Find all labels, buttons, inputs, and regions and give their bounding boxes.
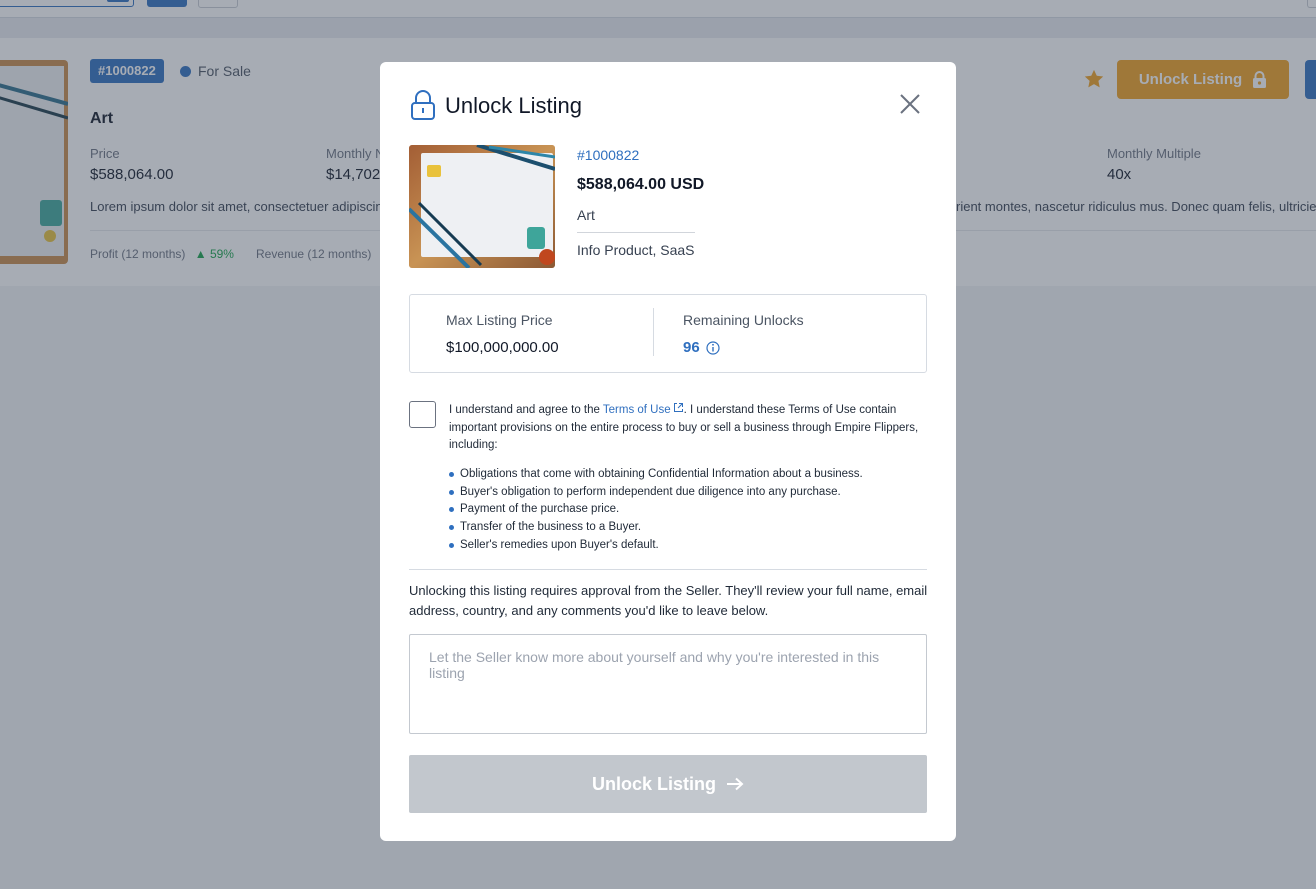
approval-note: Unlocking this listing requires approval… <box>409 583 928 618</box>
category-divider <box>577 232 695 233</box>
max-price-value: $100,000,000.00 <box>446 339 559 356</box>
list-item: Transfer of the business to a Buyer. <box>449 519 863 537</box>
seller-comment-textarea[interactable] <box>409 634 927 734</box>
external-link-icon <box>673 403 683 412</box>
agree-terms-checkbox[interactable] <box>409 401 436 428</box>
modal-listing-category: Art <box>577 207 595 223</box>
list-item: Buyer's obligation to perform independen… <box>449 484 863 502</box>
arrow-right-icon <box>727 777 744 791</box>
terms-agreement-text: I understand and agree to the Terms of U… <box>449 402 927 455</box>
list-item: Obligations that come with obtaining Con… <box>449 466 863 484</box>
modal-title: Unlock Listing <box>445 93 582 118</box>
terms-of-use-link[interactable]: Terms of Use <box>602 403 684 416</box>
remaining-unlocks-label: Remaining Unlocks <box>683 312 804 328</box>
remaining-unlocks-value: 96 <box>683 339 700 356</box>
modal-listing-id-link[interactable]: #1000822 <box>577 147 639 163</box>
list-item: Payment of the purchase price. <box>449 501 863 519</box>
unlock-listing-submit-button[interactable]: Unlock Listing <box>409 755 927 813</box>
terms-link-label: Terms of Use <box>602 404 671 416</box>
modal-listing-types: Info Product, SaaS <box>577 242 695 258</box>
listing-image <box>409 145 555 268</box>
terms-bullet-list: Obligations that come with obtaining Con… <box>449 466 863 555</box>
close-icon[interactable] <box>896 90 924 118</box>
lock-icon <box>411 90 435 120</box>
max-price-label: Max Listing Price <box>446 312 553 328</box>
section-divider <box>409 569 927 570</box>
unlock-listing-modal: Unlock Listing #1000822 $588,064.00 USD … <box>380 62 956 841</box>
list-item: Seller's remedies upon Buyer's default. <box>449 537 863 555</box>
stats-separator <box>653 308 654 356</box>
submit-label: Unlock Listing <box>591 773 716 794</box>
info-icon[interactable] <box>706 340 720 355</box>
remaining-unlocks: 96 <box>683 339 720 356</box>
terms-prefix: I understand and agree to the <box>449 404 603 416</box>
unlock-stats-panel: Max Listing Price $100,000,000.00 Remain… <box>409 294 927 373</box>
modal-listing-price: $588,064.00 USD <box>577 176 705 193</box>
